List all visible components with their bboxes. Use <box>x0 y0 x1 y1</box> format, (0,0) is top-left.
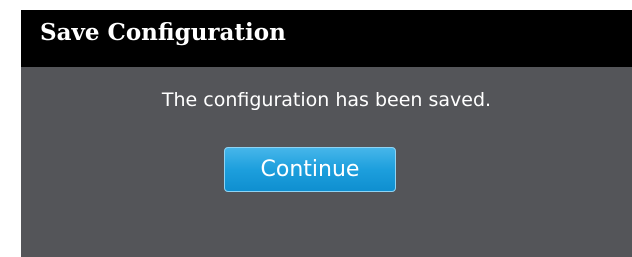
dialog-header: Save Configuration <box>21 10 632 67</box>
save-configuration-dialog: Save Configuration The configuration has… <box>21 10 632 257</box>
dialog-message: The configuration has been saved. <box>161 89 492 111</box>
dialog-title: Save Configuration <box>40 19 286 46</box>
continue-button[interactable]: Continue <box>224 147 396 192</box>
